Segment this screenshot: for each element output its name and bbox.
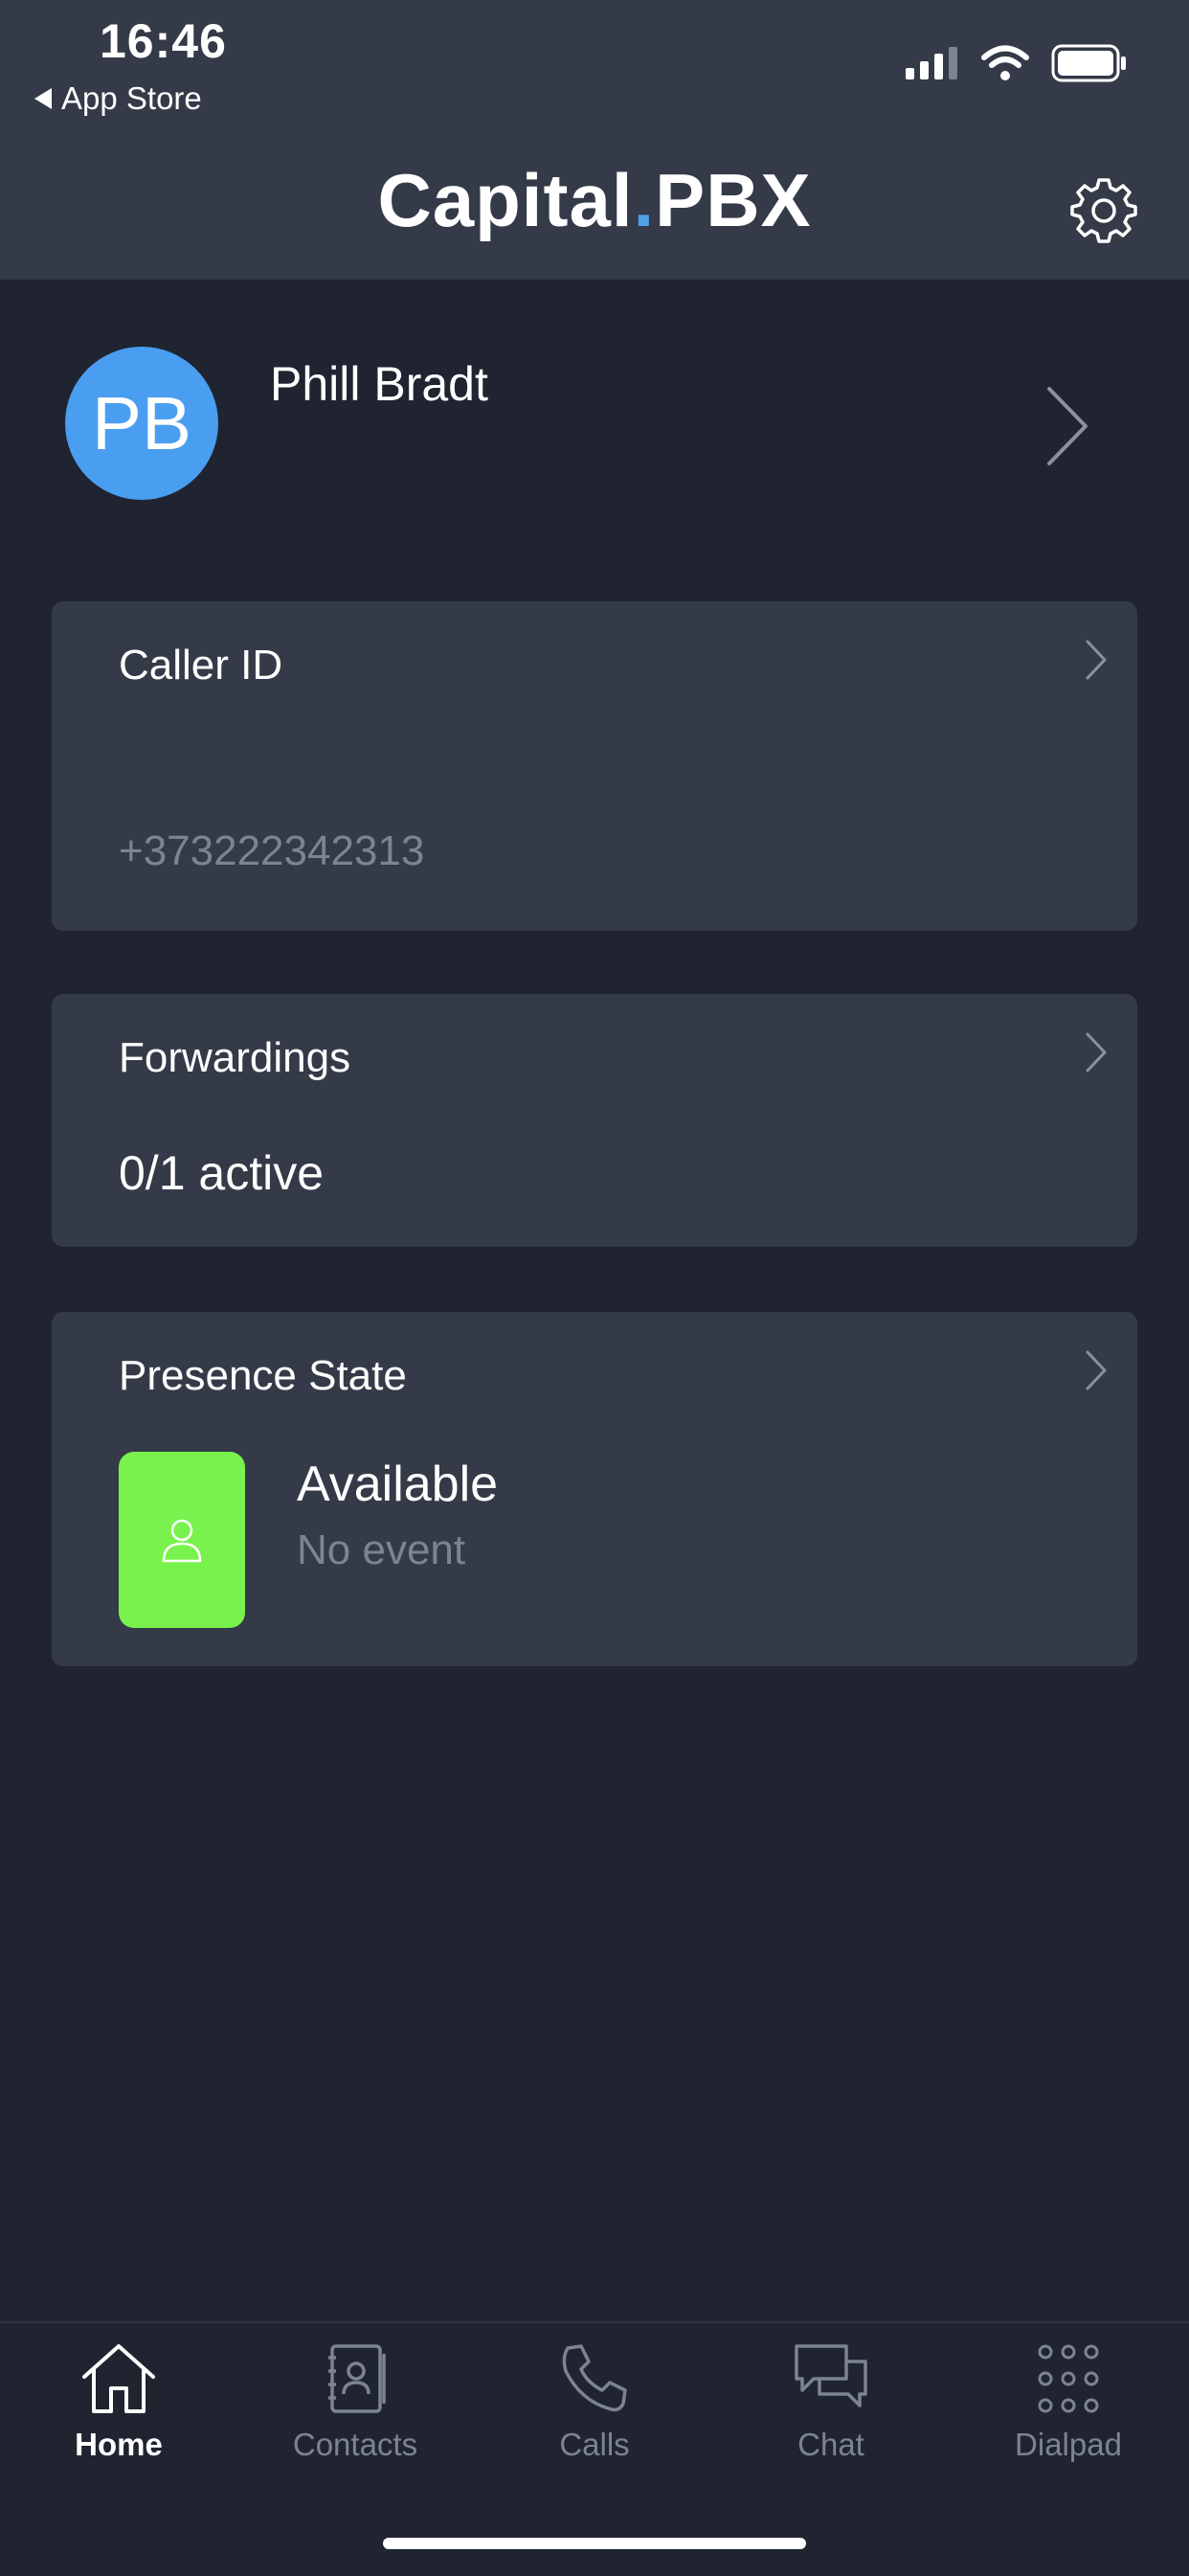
app-logo: Capital.PBX <box>0 157 1189 244</box>
forwardings-card[interactable]: Forwardings 0/1 active <box>52 994 1137 1247</box>
back-triangle-icon <box>34 88 52 109</box>
tab-label: Dialpad <box>1015 2427 1122 2462</box>
status-bar: 16:46 App Store <box>0 0 1189 144</box>
dialpad-icon <box>1038 2344 1099 2413</box>
battery-icon <box>1051 44 1126 82</box>
chevron-right-icon <box>1047 387 1088 465</box>
presence-state-card[interactable]: Presence State Available No event <box>52 1312 1137 1666</box>
tab-contacts[interactable]: Contacts <box>250 2340 460 2484</box>
logo-text-pbx: PBX <box>655 158 812 242</box>
gear-icon[interactable] <box>1068 174 1139 245</box>
avatar: PB <box>65 347 218 500</box>
phone-icon <box>562 2344 627 2412</box>
chevron-right-icon <box>1086 1350 1107 1390</box>
profile-row[interactable]: PB Phill Bradt <box>0 280 1189 529</box>
tab-label: Contacts <box>292 2427 418 2462</box>
caller-id-card[interactable]: Caller ID +373222342313 <box>52 601 1137 931</box>
profile-name: Phill Bradt <box>270 357 488 411</box>
status-icons <box>906 44 1128 82</box>
presence-event: No event <box>297 1526 466 1573</box>
chevron-right-icon <box>1086 640 1107 680</box>
logo-text-capital: Capital <box>377 158 634 242</box>
presence-title: Presence State <box>119 1352 407 1399</box>
forwardings-title: Forwardings <box>119 1034 351 1081</box>
tab-label: Calls <box>559 2427 630 2462</box>
chevron-right-icon <box>1086 1032 1107 1073</box>
wifi-icon <box>981 45 1029 80</box>
tab-calls[interactable]: Calls <box>489 2340 700 2484</box>
back-to-app-store[interactable]: App Store <box>34 80 202 117</box>
signal-icon <box>906 47 957 79</box>
tab-dialpad[interactable]: Dialpad <box>963 2340 1174 2484</box>
tab-home[interactable]: Home <box>13 2340 224 2484</box>
presence-status: Available <box>297 1457 499 1512</box>
presence-badge <box>119 1452 245 1628</box>
app-header: Capital.PBX <box>0 144 1189 280</box>
home-icon <box>82 2344 155 2413</box>
caller-id-title: Caller ID <box>119 642 283 689</box>
back-label: App Store <box>61 80 202 116</box>
home-indicator <box>383 2538 806 2549</box>
logo-dot: . <box>633 158 656 242</box>
caller-id-value: +373222342313 <box>119 827 425 874</box>
tab-label: Chat <box>797 2427 864 2462</box>
status-time: 16:46 <box>100 14 227 68</box>
tab-label: Home <box>75 2427 163 2462</box>
tab-chat[interactable]: Chat <box>726 2340 936 2484</box>
contacts-icon <box>328 2344 386 2413</box>
chat-icon <box>795 2344 867 2407</box>
person-icon <box>162 1519 202 1563</box>
forwardings-value: 0/1 active <box>119 1146 325 1200</box>
